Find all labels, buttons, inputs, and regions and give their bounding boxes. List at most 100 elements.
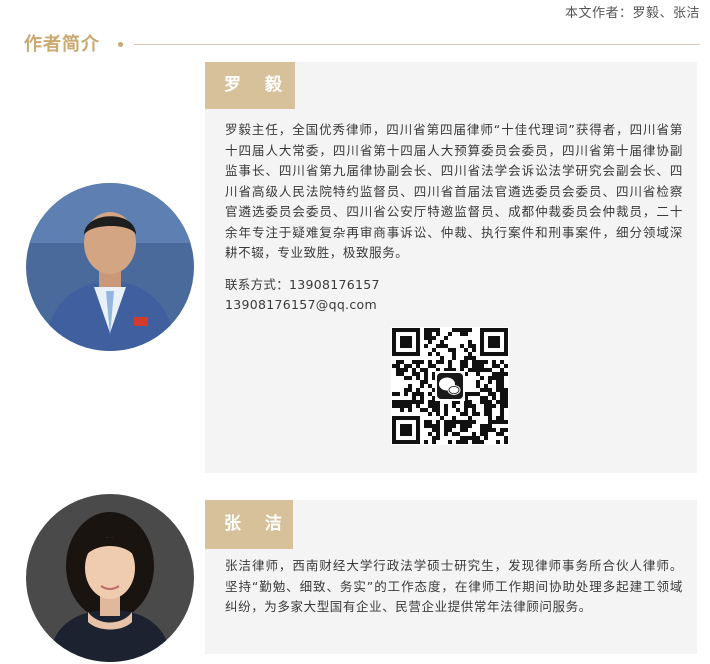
qr-module — [424, 380, 428, 384]
qr-module — [504, 420, 508, 424]
qr-module — [404, 364, 408, 368]
qr-module — [488, 424, 492, 428]
qr-module — [428, 364, 432, 368]
qr-module — [460, 440, 464, 444]
author-card-zhang-jie: 张 洁 张洁律师，西南财经大学行政法学硕士研究生，发现律师事务所合伙人律师。坚持… — [205, 500, 697, 654]
qr-module — [436, 360, 440, 364]
qr-module — [428, 404, 432, 408]
qr-module — [408, 364, 412, 368]
qr-module — [484, 432, 488, 436]
author-photo-zhang-jie — [26, 494, 194, 662]
qr-module — [468, 416, 472, 420]
qr-module — [448, 348, 452, 352]
qr-module — [428, 332, 432, 336]
qr-module — [484, 412, 488, 416]
qr-module — [396, 368, 400, 372]
qr-module — [476, 380, 480, 384]
qr-module — [476, 436, 480, 440]
qr-module — [416, 392, 420, 396]
qr-module — [396, 404, 400, 408]
qr-module — [392, 404, 396, 408]
qr-module — [448, 440, 452, 444]
qr-module — [420, 396, 424, 400]
qr-module — [440, 344, 444, 348]
qr-module — [436, 436, 440, 440]
qr-finder-core — [400, 424, 412, 436]
qr-finder-core — [400, 336, 412, 348]
qr-module — [468, 352, 472, 356]
qr-module — [492, 392, 496, 396]
qr-module — [496, 416, 500, 420]
qr-module — [476, 372, 480, 376]
qr-module — [428, 340, 432, 344]
qr-module — [500, 396, 504, 400]
qr-module — [432, 404, 436, 408]
qr-module — [484, 408, 488, 412]
qr-module — [504, 396, 508, 400]
qr-module — [480, 432, 484, 436]
qr-module — [500, 384, 504, 388]
qr-module — [464, 412, 468, 416]
qr-module — [452, 352, 456, 356]
qr-module — [500, 388, 504, 392]
qr-module — [500, 412, 504, 416]
qr-module — [484, 404, 488, 408]
qr-module — [468, 368, 472, 372]
qr-module — [408, 408, 412, 412]
qr-module — [504, 364, 508, 368]
qr-module — [420, 380, 424, 384]
qr-module — [484, 436, 488, 440]
qr-module — [444, 408, 448, 412]
qr-module — [504, 440, 508, 444]
qr-module — [464, 428, 468, 432]
qr-module — [456, 440, 460, 444]
qr-module — [460, 332, 464, 336]
qr-module — [412, 360, 416, 364]
qr-module — [492, 404, 496, 408]
qr-module — [488, 392, 492, 396]
qr-module — [416, 364, 420, 368]
qr-module — [432, 364, 436, 368]
title-divider — [134, 44, 700, 45]
qr-module — [452, 348, 456, 352]
qr-module — [444, 420, 448, 424]
qr-module — [400, 360, 404, 364]
qr-module — [504, 436, 508, 440]
qr-module — [452, 416, 456, 420]
author-contact-email: 13908176157@qq.com — [225, 297, 377, 312]
qr-module — [476, 384, 480, 388]
qr-module — [440, 360, 444, 364]
author-name-tag: 罗 毅 — [205, 62, 295, 109]
qr-module — [496, 384, 500, 388]
qr-module — [476, 392, 480, 396]
qr-module — [424, 332, 428, 336]
qr-module — [488, 404, 492, 408]
qr-module — [392, 392, 396, 396]
qr-module — [484, 368, 488, 372]
qr-module — [436, 404, 440, 408]
qr-module — [488, 428, 492, 432]
qr-module — [488, 376, 492, 380]
qr-module — [416, 360, 420, 364]
qr-module — [424, 376, 428, 380]
qr-module — [444, 404, 448, 408]
qr-module — [436, 420, 440, 424]
qr-module — [480, 400, 484, 404]
author-name-tag: 张 洁 — [205, 500, 293, 549]
qr-module — [432, 424, 436, 428]
qr-module — [436, 328, 440, 332]
qr-module — [464, 424, 468, 428]
qr-module — [492, 372, 496, 376]
qr-module — [444, 428, 448, 432]
qr-module — [460, 424, 464, 428]
qr-module — [496, 420, 500, 424]
qr-module — [460, 364, 464, 368]
qr-module — [492, 376, 496, 380]
qr-module — [480, 376, 484, 380]
qr-module — [424, 420, 428, 424]
qr-finder-core — [488, 336, 500, 348]
qr-module — [428, 432, 432, 436]
qr-module — [464, 420, 468, 424]
byline: 本文作者：罗毅、张洁 — [564, 6, 700, 21]
qr-module — [444, 412, 448, 416]
